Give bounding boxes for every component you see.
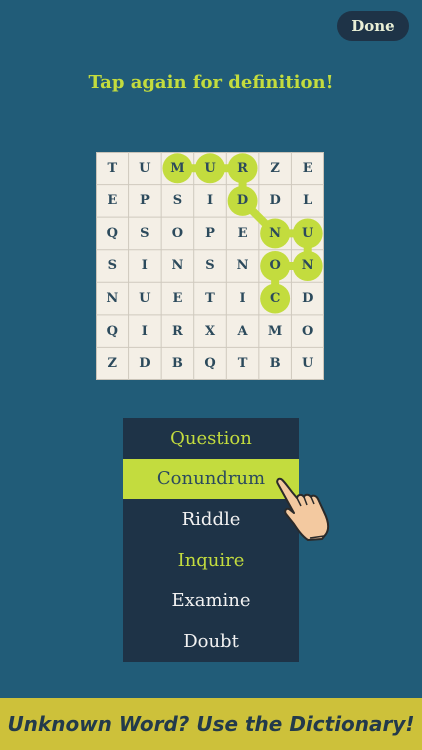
grid-cell[interactable]: U xyxy=(291,217,324,250)
grid-cell[interactable]: E xyxy=(291,152,324,185)
menu-item-examine[interactable]: Examine xyxy=(123,581,299,622)
grid-cell[interactable]: L xyxy=(291,185,324,218)
grid-cells[interactable]: TUMURZEEPSIDDLQSOPENUSINSNONNUETICDQIRXA… xyxy=(96,152,324,380)
word-search-board[interactable]: TUMURZEEPSIDDLQSOPENUSINSNONNUETICDQIRXA… xyxy=(96,152,324,380)
grid-cell[interactable]: B xyxy=(161,347,194,380)
grid-cell[interactable]: I xyxy=(194,185,227,218)
grid-cell[interactable]: N xyxy=(96,282,129,315)
grid-cell[interactable]: M xyxy=(259,315,292,348)
grid-cell[interactable]: S xyxy=(194,250,227,283)
grid-cell[interactable]: U xyxy=(129,152,162,185)
grid-cell[interactable]: E xyxy=(161,282,194,315)
done-button[interactable]: Done xyxy=(337,11,409,41)
grid-cell[interactable]: I xyxy=(226,282,259,315)
grid-cell[interactable]: S xyxy=(96,250,129,283)
grid-cell[interactable]: S xyxy=(161,185,194,218)
grid-cell[interactable]: Z xyxy=(259,152,292,185)
menu-item-doubt[interactable]: Doubt xyxy=(123,621,299,662)
grid-cell[interactable]: E xyxy=(96,185,129,218)
grid-cell[interactable]: N xyxy=(226,250,259,283)
menu-item-question[interactable]: Question xyxy=(123,418,299,459)
grid-cell[interactable]: U xyxy=(194,152,227,185)
pointing-hand-icon xyxy=(276,477,330,541)
dictionary-banner[interactable]: Unknown Word? Use the Dictionary! xyxy=(0,698,422,750)
grid-cell[interactable]: D xyxy=(291,282,324,315)
grid-cell[interactable]: D xyxy=(129,347,162,380)
grid-cell[interactable]: Z xyxy=(96,347,129,380)
grid-cell[interactable]: B xyxy=(259,347,292,380)
grid-cell[interactable]: S xyxy=(129,217,162,250)
grid-cell[interactable]: D xyxy=(259,185,292,218)
grid-cell[interactable]: O xyxy=(161,217,194,250)
grid-cell[interactable]: P xyxy=(129,185,162,218)
grid-cell[interactable]: D xyxy=(226,185,259,218)
grid-cell[interactable]: Q xyxy=(194,347,227,380)
grid-cell[interactable]: I xyxy=(129,250,162,283)
grid-cell[interactable]: M xyxy=(161,152,194,185)
grid-cell[interactable]: N xyxy=(161,250,194,283)
grid-cell[interactable]: A xyxy=(226,315,259,348)
grid-cell[interactable]: N xyxy=(291,250,324,283)
grid-cell[interactable]: N xyxy=(259,217,292,250)
banner-text: Unknown Word? Use the Dictionary! xyxy=(7,712,415,736)
grid-cell[interactable]: I xyxy=(129,315,162,348)
grid-cell[interactable]: O xyxy=(259,250,292,283)
grid-cell[interactable]: R xyxy=(226,152,259,185)
grid-cell[interactable]: R xyxy=(161,315,194,348)
grid-cell[interactable]: Q xyxy=(96,217,129,250)
grid-cell[interactable]: T xyxy=(226,347,259,380)
grid-cell[interactable]: X xyxy=(194,315,227,348)
grid-cell[interactable]: T xyxy=(194,282,227,315)
menu-item-inquire[interactable]: Inquire xyxy=(123,540,299,581)
grid-cell[interactable]: U xyxy=(291,347,324,380)
grid-cell[interactable]: E xyxy=(226,217,259,250)
grid-cell[interactable]: O xyxy=(291,315,324,348)
grid-cell[interactable]: Q xyxy=(96,315,129,348)
grid-cell[interactable]: T xyxy=(96,152,129,185)
definition-hint: Tap again for definition! xyxy=(88,72,334,93)
grid-cell[interactable]: U xyxy=(129,282,162,315)
grid-cell[interactable]: C xyxy=(259,282,292,315)
grid-cell[interactable]: P xyxy=(194,217,227,250)
